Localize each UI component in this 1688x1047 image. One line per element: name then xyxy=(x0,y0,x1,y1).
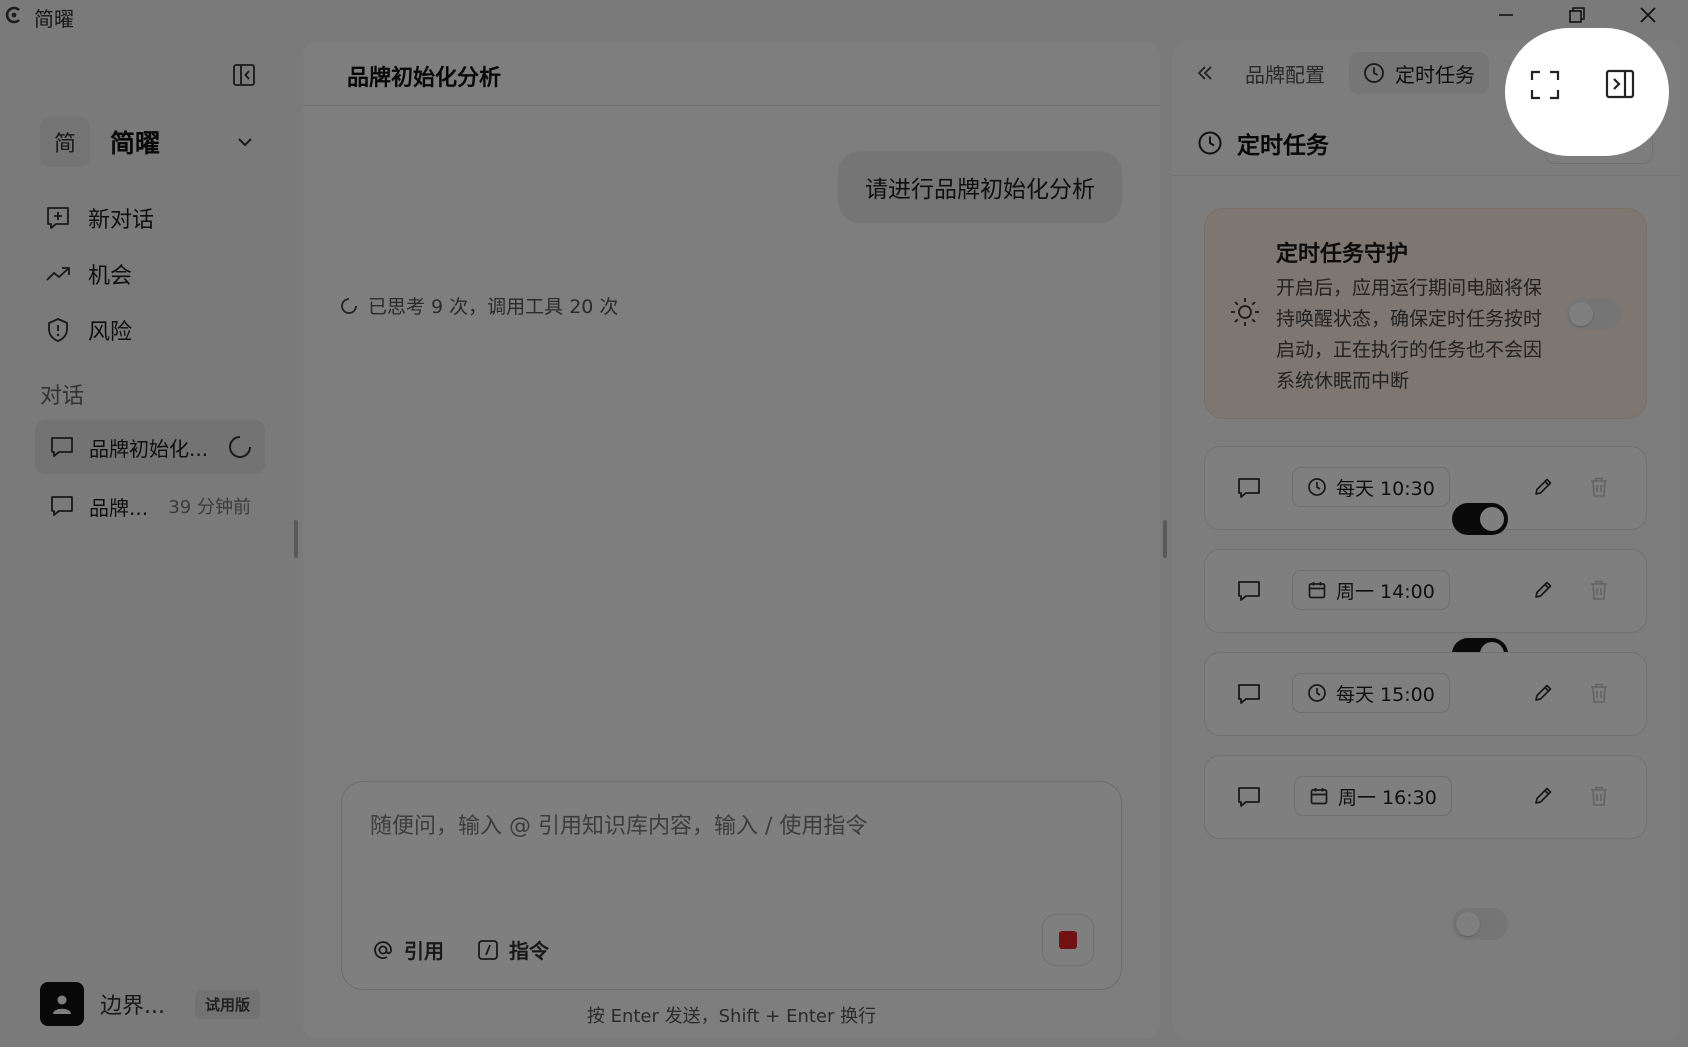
panel-collapse-right-icon[interactable] xyxy=(1604,68,1636,100)
fullscreen-icon[interactable] xyxy=(1529,69,1561,101)
tutorial-dim-overlay xyxy=(0,0,1688,1047)
